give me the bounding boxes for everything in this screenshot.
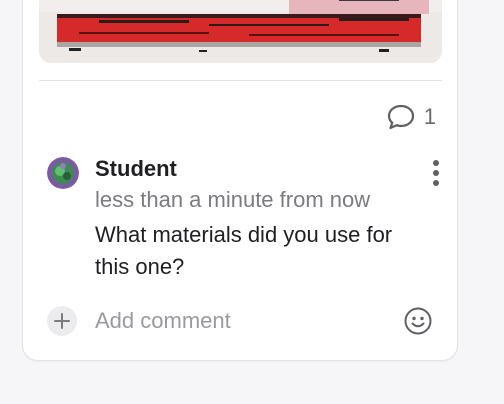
ellipsis-dot <box>433 180 439 186</box>
comment-author: Student <box>95 156 177 181</box>
add-attachment-button[interactable] <box>47 306 77 336</box>
comment-count-value: 1 <box>423 104 436 129</box>
vertical-ellipsis-icon <box>433 160 439 166</box>
comment-count[interactable]: 1 <box>386 103 436 131</box>
divider <box>39 80 442 81</box>
smiley-icon[interactable] <box>403 306 433 336</box>
artwork-painting <box>39 0 442 63</box>
artwork-image[interactable] <box>39 0 442 63</box>
plus-icon <box>54 313 70 329</box>
comment-text: What materials did you use for this one? <box>95 222 393 279</box>
comment-timestamp: less than a minute from now <box>95 187 371 212</box>
speech-bubble-icon <box>387 104 414 130</box>
more-options-button[interactable] <box>426 157 446 189</box>
avatar-image <box>47 157 79 189</box>
avatar[interactable] <box>47 157 79 189</box>
ellipsis-dot <box>433 170 439 176</box>
add-comment-input[interactable] <box>95 305 385 337</box>
